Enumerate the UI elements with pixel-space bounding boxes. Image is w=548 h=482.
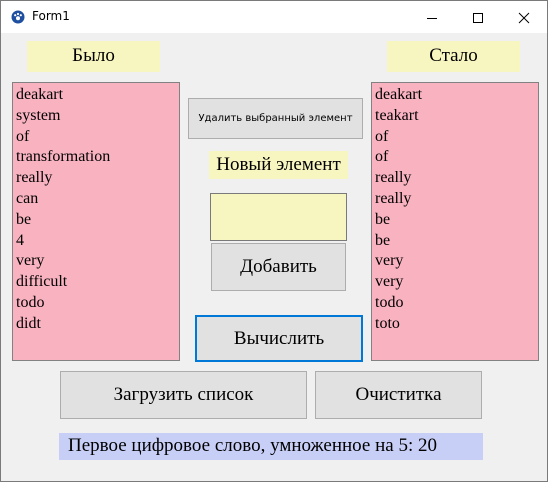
- list-item[interactable]: very: [375, 251, 538, 272]
- compute-button[interactable]: Вычислить: [195, 315, 363, 362]
- list-item[interactable]: toto: [375, 314, 538, 335]
- list-item[interactable]: really: [375, 168, 538, 189]
- minimize-icon: [427, 18, 437, 19]
- title-bar[interactable]: Form1: [1, 1, 547, 33]
- list-item[interactable]: of: [375, 127, 538, 148]
- list-item[interactable]: transformation: [16, 147, 179, 168]
- list-item[interactable]: really: [16, 168, 179, 189]
- delete-selected-button[interactable]: Удалить выбранный элемент: [188, 98, 363, 139]
- result-label: Первое цифровое слово, умноженное на 5: …: [59, 433, 483, 460]
- after-label: Стало: [387, 41, 520, 72]
- app-icon: [11, 10, 25, 24]
- list-item[interactable]: very: [375, 272, 538, 293]
- form-window: Form1 Было Стало deakart system of transfor…: [0, 0, 548, 482]
- list-item[interactable]: be: [375, 210, 538, 231]
- list-item[interactable]: be: [375, 231, 538, 252]
- list-item[interactable]: of: [16, 127, 179, 148]
- new-item-input[interactable]: [210, 193, 347, 241]
- list-item[interactable]: be: [16, 210, 179, 231]
- list-item[interactable]: deakart: [375, 85, 538, 106]
- after-listbox[interactable]: deakart teakart of of really really be be very ve…: [371, 82, 539, 361]
- list-item[interactable]: teakart: [375, 106, 538, 127]
- list-item[interactable]: todo: [16, 293, 179, 314]
- list-item[interactable]: of: [375, 147, 538, 168]
- close-icon: [518, 12, 530, 24]
- maximize-icon: [473, 13, 483, 23]
- list-item[interactable]: deakart: [16, 85, 179, 106]
- list-item[interactable]: can: [16, 189, 179, 210]
- clear-button[interactable]: Очиститка: [315, 371, 482, 419]
- list-item[interactable]: didt: [16, 314, 179, 335]
- load-list-button[interactable]: Загрузить список: [60, 371, 307, 419]
- before-label: Было: [27, 41, 160, 72]
- close-button[interactable]: [501, 1, 547, 33]
- window-title: Form1: [32, 9, 70, 23]
- list-item[interactable]: todo: [375, 293, 538, 314]
- list-item[interactable]: system: [16, 106, 179, 127]
- list-item[interactable]: 4: [16, 231, 179, 252]
- new-item-label: Новый элемент: [209, 151, 348, 179]
- add-button[interactable]: Добавить: [211, 243, 346, 291]
- list-item[interactable]: really: [375, 189, 538, 210]
- maximize-button[interactable]: [455, 1, 501, 33]
- before-listbox[interactable]: deakart system of transformation really can be…: [12, 82, 180, 361]
- list-item[interactable]: difficult: [16, 272, 179, 293]
- list-item[interactable]: very: [16, 251, 179, 272]
- minimize-button[interactable]: [409, 1, 455, 33]
